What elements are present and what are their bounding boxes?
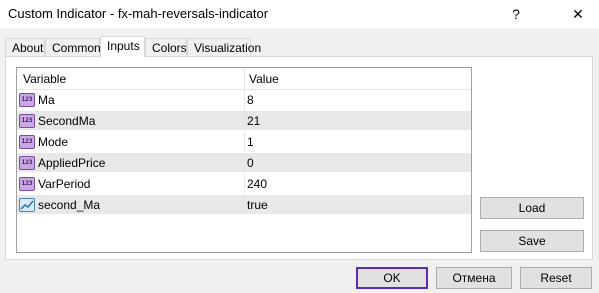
cell-divider xyxy=(244,153,245,173)
window-title: Custom Indicator - fx-mah-reversals-indi… xyxy=(8,6,269,21)
column-header-value[interactable]: Value xyxy=(249,72,279,86)
row-variable: Mode xyxy=(38,135,69,149)
table-row[interactable]: 123 Ma 8 xyxy=(17,90,471,110)
help-button[interactable]: ? xyxy=(496,0,536,28)
save-button[interactable]: Save xyxy=(480,230,584,252)
cell-divider xyxy=(244,111,245,131)
cell-divider xyxy=(244,174,245,194)
line-icon xyxy=(19,198,35,212)
load-button[interactable]: Load xyxy=(480,197,584,219)
row-variable: AppliedPrice xyxy=(38,156,106,170)
table-row[interactable]: 123 SecondMa 21 xyxy=(17,111,471,131)
row-variable: VarPeriod xyxy=(38,177,91,191)
table-row[interactable]: second_Ma true xyxy=(17,195,471,215)
row-value[interactable]: 240 xyxy=(247,177,267,191)
integer-icon: 123 xyxy=(19,114,35,128)
integer-icon: 123 xyxy=(19,135,35,149)
cell-divider xyxy=(244,195,245,215)
integer-icon: 123 xyxy=(19,177,35,191)
tab-inputs[interactable]: Inputs xyxy=(100,36,145,58)
table-row[interactable]: 123 Mode 1 xyxy=(17,132,471,152)
row-value[interactable]: 8 xyxy=(247,93,254,107)
cell-divider xyxy=(244,132,245,152)
row-variable: SecondMa xyxy=(38,114,96,128)
reset-button[interactable]: Reset xyxy=(520,267,592,289)
row-value[interactable]: 21 xyxy=(247,114,260,128)
integer-icon: 123 xyxy=(19,156,35,170)
column-separator[interactable] xyxy=(244,68,245,90)
tab-visualization[interactable]: Visualization xyxy=(187,38,261,57)
inputs-panel: Variable Value 123 Ma 8 123 SecondMa 21 … xyxy=(5,56,593,260)
row-value[interactable]: true xyxy=(247,198,268,212)
row-variable: second_Ma xyxy=(38,198,101,212)
cell-divider xyxy=(244,90,245,110)
tab-about[interactable]: About xyxy=(5,38,45,57)
column-header-variable[interactable]: Variable xyxy=(23,72,66,86)
row-value[interactable]: 0 xyxy=(247,156,254,170)
inputs-grid[interactable]: Variable Value 123 Ma 8 123 SecondMa 21 … xyxy=(16,67,472,253)
table-row[interactable]: 123 VarPeriod 240 xyxy=(17,174,471,194)
title-bar: Custom Indicator - fx-mah-reversals-indi… xyxy=(0,0,599,28)
integer-icon: 123 xyxy=(19,93,35,107)
grid-header: Variable Value xyxy=(17,68,471,90)
row-value[interactable]: 1 xyxy=(247,135,254,149)
tab-common[interactable]: Common xyxy=(45,38,101,57)
cancel-button[interactable]: Отмена xyxy=(436,267,512,289)
table-row[interactable]: 123 AppliedPrice 0 xyxy=(17,153,471,173)
close-button[interactable]: ✕ xyxy=(558,0,598,28)
row-variable: Ma xyxy=(38,93,55,107)
ok-button[interactable]: OK xyxy=(356,267,428,289)
tab-colors[interactable]: Colors xyxy=(145,38,187,57)
